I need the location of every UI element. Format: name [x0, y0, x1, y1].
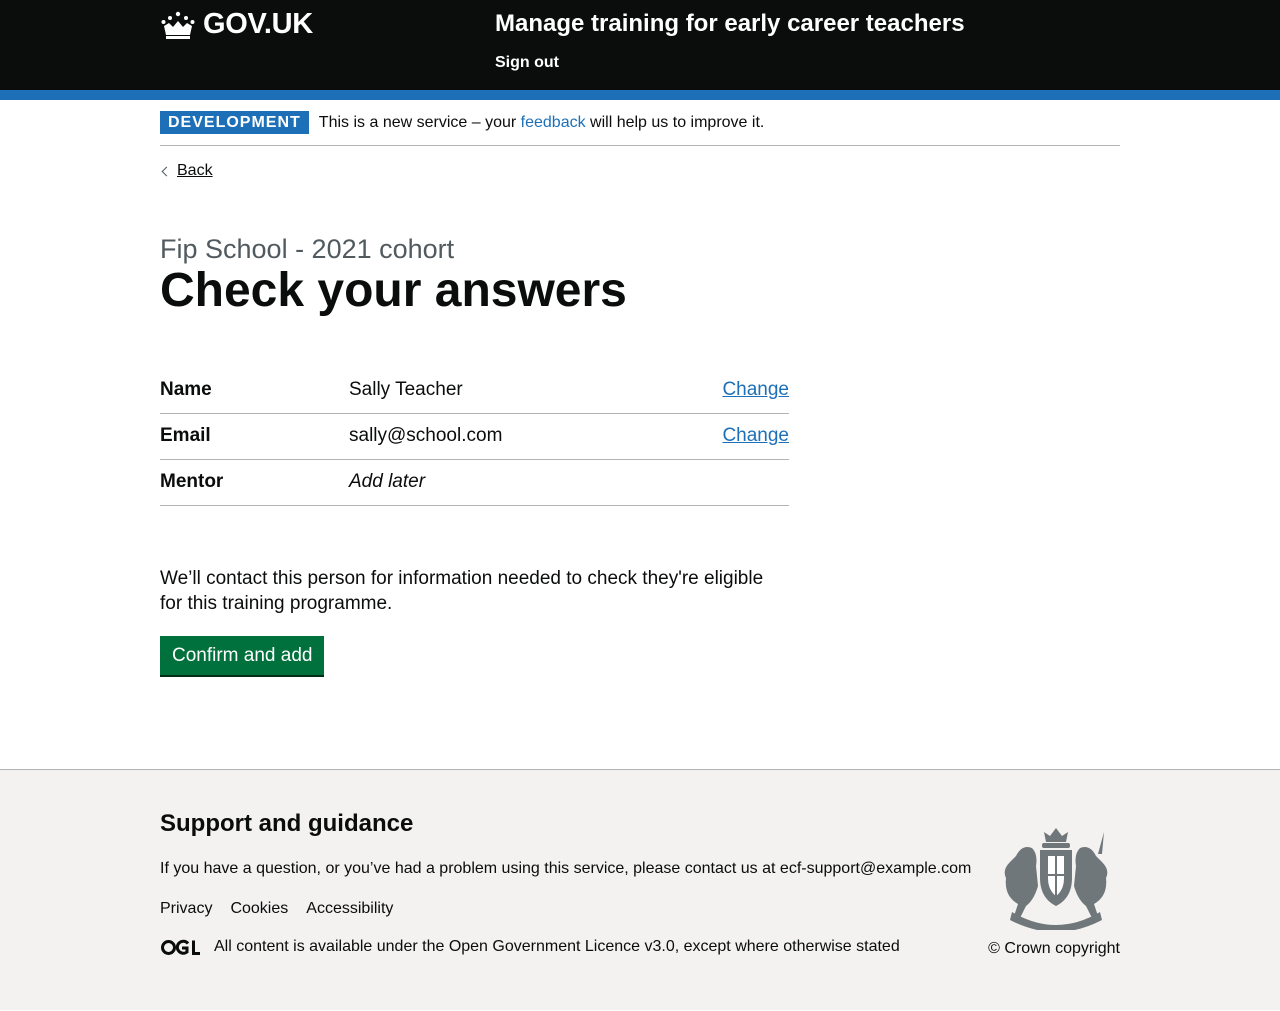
- phase-banner-text: This is a new service – your feedback wi…: [319, 114, 765, 132]
- phase-text-before: This is a new service – your: [318, 113, 521, 131]
- phase-tag: DEVELOPMENT: [160, 111, 309, 134]
- crown-icon: [161, 11, 195, 39]
- crown-copyright-link[interactable]: © Crown copyright: [988, 940, 1120, 958]
- licence-text-before: All content is available under the: [214, 938, 449, 955]
- summary-row-mentor: Mentor Add later: [160, 460, 789, 506]
- page-title: Check your answers: [160, 264, 627, 317]
- summary-key: Email: [160, 425, 211, 447]
- footer-links: Privacy Cookies Accessibility: [160, 900, 393, 918]
- back-link-label: Back: [177, 162, 213, 179]
- privacy-link[interactable]: Privacy: [160, 900, 212, 918]
- summary-row-name: Name Sally Teacher Change: [160, 368, 789, 414]
- summary-value: Add later: [349, 471, 426, 493]
- footer-title: Support and guidance: [160, 810, 414, 837]
- logo-text: GOV.UK: [203, 8, 313, 40]
- govuk-logo-link[interactable]: GOV.UK: [160, 8, 313, 41]
- summary-value: sally@school.com: [349, 425, 503, 447]
- site-header: GOV.UK Manage training for early career …: [0, 0, 1280, 90]
- ogl-licence-link[interactable]: Open Government Licence v3.0: [449, 938, 675, 955]
- feedback-link[interactable]: feedback: [521, 114, 586, 131]
- eligibility-info-text: We’ll contact this person for informatio…: [160, 567, 764, 614]
- chevron-left-icon: [161, 166, 172, 176]
- footer-licence: All content is available under the Open …: [160, 938, 900, 956]
- licence-text-after: , except where otherwise stated: [674, 938, 900, 955]
- page-caption: Fip School - 2021 cohort: [160, 234, 455, 264]
- change-name-link[interactable]: Change: [722, 379, 789, 401]
- summary-key: Name: [160, 379, 212, 401]
- licence-text: All content is available under the Open …: [214, 938, 900, 956]
- phase-banner: DEVELOPMENT This is a new service – your…: [160, 100, 1120, 146]
- confirm-and-add-button[interactable]: Confirm and add: [160, 635, 325, 675]
- summary-list: Name Sally Teacher Change Email sally@sc…: [160, 368, 789, 506]
- summary-value: Sally Teacher: [349, 379, 463, 401]
- accessibility-link[interactable]: Accessibility: [306, 900, 393, 918]
- header-blue-bar: [0, 90, 1280, 100]
- change-email-link[interactable]: Change: [722, 425, 789, 447]
- site-footer: Support and guidance If you have a quest…: [0, 769, 1280, 1010]
- royal-coat-of-arms-icon: [1004, 828, 1108, 930]
- summary-key: Mentor: [160, 471, 224, 493]
- main-content: Fip School - 2021 cohort Check your answ…: [160, 234, 1120, 675]
- phase-text-after: will help us to improve it.: [585, 113, 765, 131]
- cookies-link[interactable]: Cookies: [230, 900, 288, 918]
- sign-out-link[interactable]: Sign out: [495, 54, 559, 72]
- footer-contact-text: If you have a question, or you’ve had a …: [160, 860, 971, 878]
- support-email-link[interactable]: ecf-support@example.com: [780, 860, 971, 877]
- ogl-icon: [161, 939, 200, 955]
- back-link[interactable]: Back: [160, 162, 213, 180]
- service-name-link[interactable]: Manage training for early career teacher…: [495, 10, 965, 38]
- summary-row-email: Email sally@school.com Change: [160, 414, 789, 460]
- contact-text: If you have a question, or you’ve had a …: [160, 860, 780, 877]
